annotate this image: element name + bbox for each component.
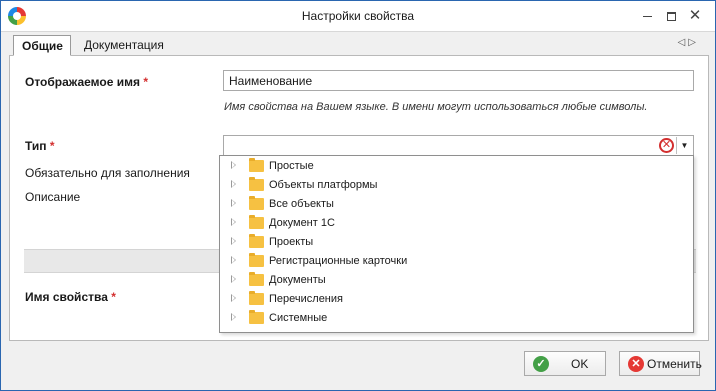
tab-scroll-arrows[interactable]: ◁▷ bbox=[678, 37, 699, 48]
required-mark: * bbox=[143, 75, 148, 89]
folder-icon bbox=[249, 310, 264, 324]
chevron-down-icon[interactable]: ▼ bbox=[676, 137, 692, 154]
list-item-label: Системные bbox=[269, 312, 328, 324]
tab-scroll-right-icon[interactable]: ▷ bbox=[688, 37, 699, 48]
type-dropdown-list: Простые Объекты платформы Все объекты До… bbox=[219, 155, 694, 333]
expand-arrow-icon[interactable] bbox=[231, 275, 236, 283]
list-item[interactable]: Системные bbox=[220, 309, 693, 328]
expand-arrow-icon[interactable] bbox=[231, 256, 236, 264]
title-bar: Настройки свойства ✕ bbox=[1, 1, 715, 32]
expand-arrow-icon[interactable] bbox=[231, 313, 236, 321]
folder-icon bbox=[249, 272, 264, 286]
list-item[interactable]: Простые bbox=[220, 157, 693, 176]
list-item-label: Перечисления bbox=[269, 293, 343, 305]
list-item-label: Все объекты bbox=[269, 198, 334, 210]
display-name-hint: Имя свойства на Вашем языке. В имени мог… bbox=[224, 101, 648, 113]
display-name-input[interactable] bbox=[223, 70, 694, 91]
cancel-button[interactable]: ✕ Отменить bbox=[619, 351, 702, 376]
tab-documentation[interactable]: Документация bbox=[76, 35, 176, 56]
maximize-icon bbox=[666, 12, 676, 21]
expand-arrow-icon[interactable] bbox=[231, 218, 236, 226]
window-title: Настройки свойства bbox=[301, 9, 415, 23]
folder-icon bbox=[249, 291, 264, 305]
list-item[interactable]: Документы bbox=[220, 271, 693, 290]
folder-icon bbox=[249, 234, 264, 248]
list-item-label: Объекты платформы bbox=[269, 179, 378, 191]
display-name-label: Отображаемое имя * bbox=[25, 75, 148, 89]
required-mark: * bbox=[111, 290, 116, 304]
type-label-text: Тип bbox=[25, 139, 47, 153]
tab-strip: Общие Документация ◁▷ bbox=[9, 35, 709, 56]
list-item-label: Простые bbox=[269, 160, 314, 172]
folder-icon bbox=[249, 177, 264, 191]
property-name-label-text: Имя свойства bbox=[25, 290, 108, 304]
expand-arrow-icon[interactable] bbox=[231, 294, 236, 302]
expand-arrow-icon[interactable] bbox=[231, 161, 236, 169]
check-icon: ✓ bbox=[533, 356, 549, 372]
folder-icon bbox=[249, 253, 264, 267]
expand-arrow-icon[interactable] bbox=[231, 199, 236, 207]
list-item[interactable]: Регистрационные карточки bbox=[220, 252, 693, 271]
property-settings-window: Настройки свойства ✕ Общие Документация … bbox=[0, 0, 716, 391]
description-label: Описание bbox=[25, 190, 81, 204]
close-icon: ✕ bbox=[688, 7, 702, 24]
tab-general[interactable]: Общие bbox=[13, 35, 71, 56]
cancel-icon: ✕ bbox=[628, 356, 644, 372]
list-item[interactable]: Проекты bbox=[220, 233, 693, 252]
list-item-label: Документы bbox=[269, 274, 326, 286]
clear-icon[interactable]: ✕ bbox=[659, 138, 674, 153]
required-field-label: Обязательно для заполнения bbox=[25, 166, 190, 180]
list-item-label: Регистрационные карточки bbox=[269, 255, 408, 267]
minimize-button[interactable] bbox=[637, 6, 657, 26]
property-name-label: Имя свойства * bbox=[25, 290, 116, 304]
ok-button-label: OK bbox=[571, 357, 589, 371]
ok-button[interactable]: ✓ OK bbox=[524, 351, 606, 376]
list-item-label: Документ 1С bbox=[269, 217, 335, 229]
type-combobox[interactable]: ✕ ▼ bbox=[223, 135, 694, 156]
maximize-button[interactable] bbox=[661, 6, 681, 26]
tab-scroll-left-icon[interactable]: ◁ bbox=[678, 37, 689, 48]
expand-arrow-icon[interactable] bbox=[231, 180, 236, 188]
folder-icon bbox=[249, 158, 264, 172]
display-name-label-text: Отображаемое имя bbox=[25, 75, 140, 89]
list-item[interactable]: Все объекты bbox=[220, 195, 693, 214]
close-button[interactable]: ✕ bbox=[685, 6, 705, 26]
list-item[interactable]: Перечисления bbox=[220, 290, 693, 309]
folder-icon bbox=[249, 196, 264, 210]
cancel-button-label: Отменить bbox=[647, 357, 702, 371]
list-item[interactable]: Документ 1С bbox=[220, 214, 693, 233]
list-item[interactable]: Объекты платформы bbox=[220, 176, 693, 195]
minimize-icon bbox=[642, 16, 652, 17]
expand-arrow-icon[interactable] bbox=[231, 237, 236, 245]
required-mark: * bbox=[49, 139, 55, 153]
type-label: Тип * bbox=[25, 139, 55, 153]
list-item-label: Проекты bbox=[269, 236, 314, 248]
folder-icon bbox=[249, 215, 264, 229]
